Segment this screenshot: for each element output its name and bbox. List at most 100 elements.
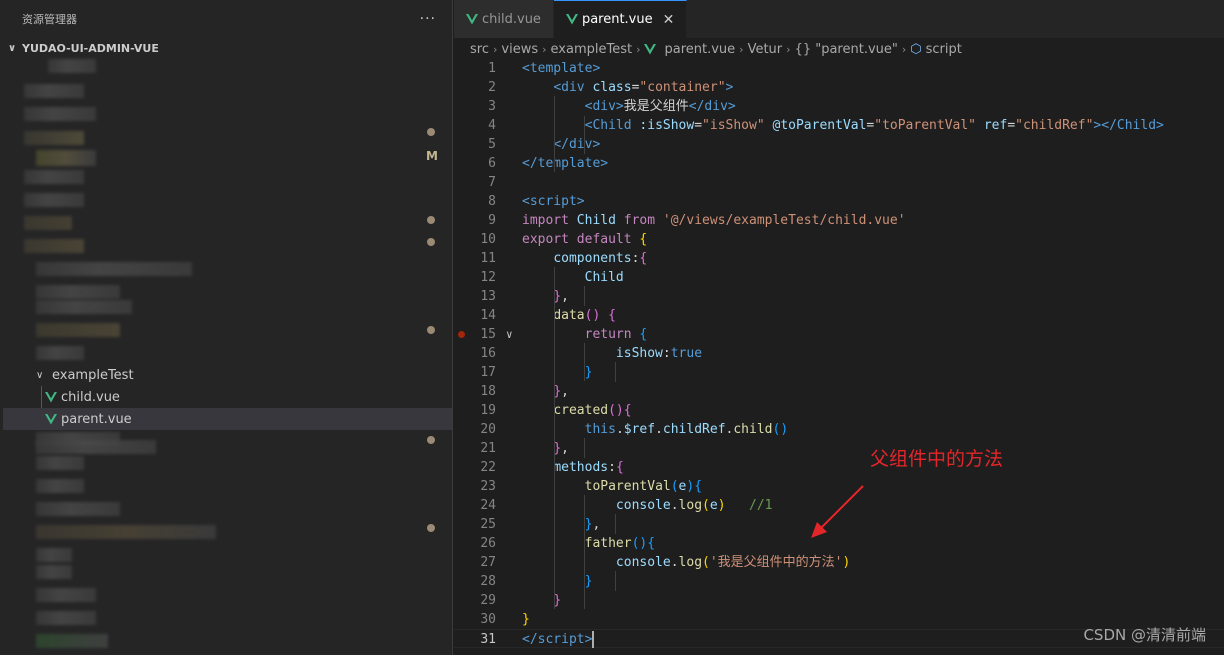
- code-string: '@/views/exampleTest/child.vue': [662, 213, 906, 228]
- breadcrumb-item[interactable]: parent.vue: [664, 42, 735, 57]
- indent-guide: [584, 343, 585, 381]
- line-number: 11: [480, 251, 496, 266]
- blurred-tree-item: [24, 131, 84, 145]
- annotation-arrow-icon: [811, 485, 864, 538]
- git-status-dot: [427, 216, 435, 224]
- blurred-tree-item: [36, 611, 96, 625]
- blurred-tree-item: [36, 634, 108, 648]
- project-root[interactable]: ∨ YUDAO-UI-ADMIN-VUE: [0, 38, 452, 58]
- code-line: 17 }: [454, 363, 1224, 382]
- indent-guide: [615, 514, 616, 534]
- git-modified-badge: M: [426, 149, 438, 163]
- line-number: 7: [488, 175, 496, 190]
- line-number: 22: [480, 460, 496, 475]
- blurred-tree-item: [36, 440, 156, 454]
- line-number: 28: [480, 574, 496, 589]
- git-status-dot: [427, 524, 435, 532]
- blurred-tree-item: [36, 565, 72, 579]
- blurred-tree-item: [36, 502, 120, 516]
- indent-guide: [554, 267, 555, 609]
- more-actions-icon[interactable]: ···: [420, 11, 436, 27]
- code-line: 18 },: [454, 382, 1224, 401]
- breadcrumb: src › views › exampleTest › parent.vue › Vet…: [454, 38, 1224, 60]
- line-number: 12: [480, 270, 496, 285]
- line-number: 23: [480, 479, 496, 494]
- breadcrumb-item[interactable]: script: [926, 42, 962, 57]
- vue-file-icon: [644, 43, 657, 54]
- line-number: 21: [480, 441, 496, 456]
- line-number: 16: [480, 346, 496, 361]
- code-line: 20 this.$ref.childRef.child(): [454, 420, 1224, 439]
- line-number: 20: [480, 422, 496, 437]
- git-status-dot: [427, 326, 435, 334]
- file-child-vue[interactable]: child.vue: [45, 386, 120, 408]
- line-number: 9: [488, 213, 496, 228]
- line-number: 2: [488, 80, 496, 95]
- tab-bar: child.vue parent.vue ✕: [454, 0, 1224, 38]
- close-icon[interactable]: ✕: [663, 12, 675, 28]
- blurred-tree-item: [36, 300, 132, 314]
- folder-exampleTest[interactable]: ∨ exampleTest: [36, 364, 134, 386]
- tab-parent-vue[interactable]: parent.vue ✕: [553, 0, 688, 38]
- breadcrumb-item[interactable]: src: [470, 42, 489, 57]
- indent-guide: [584, 495, 585, 609]
- line-number: 31: [480, 632, 496, 647]
- code-line: 14 data() {: [454, 306, 1224, 325]
- editor-area: child.vue parent.vue ✕ src › views › examp…: [454, 0, 1224, 655]
- fold-chevron-icon[interactable]: ∨: [506, 325, 513, 344]
- indent-guide: [584, 286, 585, 306]
- line-number: 17: [480, 365, 496, 380]
- breadcrumb-item[interactable]: Vetur: [748, 42, 783, 57]
- git-status-dot: [427, 436, 435, 444]
- code-line: 6 </template>: [454, 154, 1224, 173]
- blurred-tree-item: [36, 456, 84, 470]
- line-number: 15: [480, 327, 496, 342]
- code-line: 22 methods:{: [454, 458, 1224, 477]
- breadcrumb-item[interactable]: views: [501, 42, 538, 57]
- code-line: 15 ∨ return {: [454, 325, 1224, 344]
- code-line: 9 import Child from '@/views/exampleTest/…: [454, 211, 1224, 230]
- line-number: 29: [480, 593, 496, 608]
- chevron-right-icon: ›: [739, 42, 744, 56]
- blurred-tree-item: [24, 107, 96, 121]
- tab-label: parent.vue: [581, 12, 653, 27]
- line-number: 14: [480, 308, 496, 323]
- line-number: 25: [480, 517, 496, 532]
- code-line: 10 export default {: [454, 230, 1224, 249]
- tab-child-vue[interactable]: child.vue: [454, 0, 554, 38]
- blurred-tree-item: [36, 548, 72, 562]
- blurred-tree-item: [24, 170, 84, 184]
- code-line: 13 },: [454, 287, 1224, 306]
- blurred-tree-item: [36, 323, 120, 337]
- file-label: child.vue: [61, 389, 120, 405]
- code-line: 28 }: [454, 572, 1224, 591]
- code-line: 1 <template>: [454, 59, 1224, 78]
- line-number: 1: [488, 61, 496, 76]
- indent-guide: [584, 116, 585, 154]
- line-number: 19: [480, 403, 496, 418]
- chevron-down-icon: ∨: [36, 369, 44, 381]
- blurred-tree-item: [36, 588, 96, 602]
- vue-file-icon: [45, 391, 57, 402]
- blurred-tree-item: [24, 216, 72, 230]
- project-name: YUDAO-UI-ADMIN-VUE: [22, 41, 159, 55]
- breadcrumb-item[interactable]: {} "parent.vue": [795, 42, 898, 57]
- explorer-title: 资源管理器: [22, 13, 77, 26]
- blurred-tree-item: [36, 479, 84, 493]
- code-editor[interactable]: 1 <template> 2 <div class="container"> 3 …: [454, 59, 1224, 655]
- line-number: 6: [488, 156, 496, 171]
- code-line: 11 components:{: [454, 249, 1224, 268]
- code-line: 3 <div>我是父组件</div>: [454, 97, 1224, 116]
- vue-file-icon: [466, 13, 478, 24]
- file-parent-vue[interactable]: parent.vue: [3, 408, 452, 430]
- vue-file-icon: [565, 14, 578, 25]
- breadcrumb-item[interactable]: exampleTest: [551, 42, 633, 57]
- cube-icon: ⬡: [910, 41, 922, 57]
- line-number: 18: [480, 384, 496, 399]
- line-number: 24: [480, 498, 496, 513]
- line-number: 3: [488, 99, 496, 114]
- code-text: 我是父组件: [623, 99, 689, 114]
- watermark: CSDN @清清前端: [1083, 626, 1206, 644]
- code-line: 2 <div class="container">: [454, 78, 1224, 97]
- blurred-tree-item: [36, 150, 96, 166]
